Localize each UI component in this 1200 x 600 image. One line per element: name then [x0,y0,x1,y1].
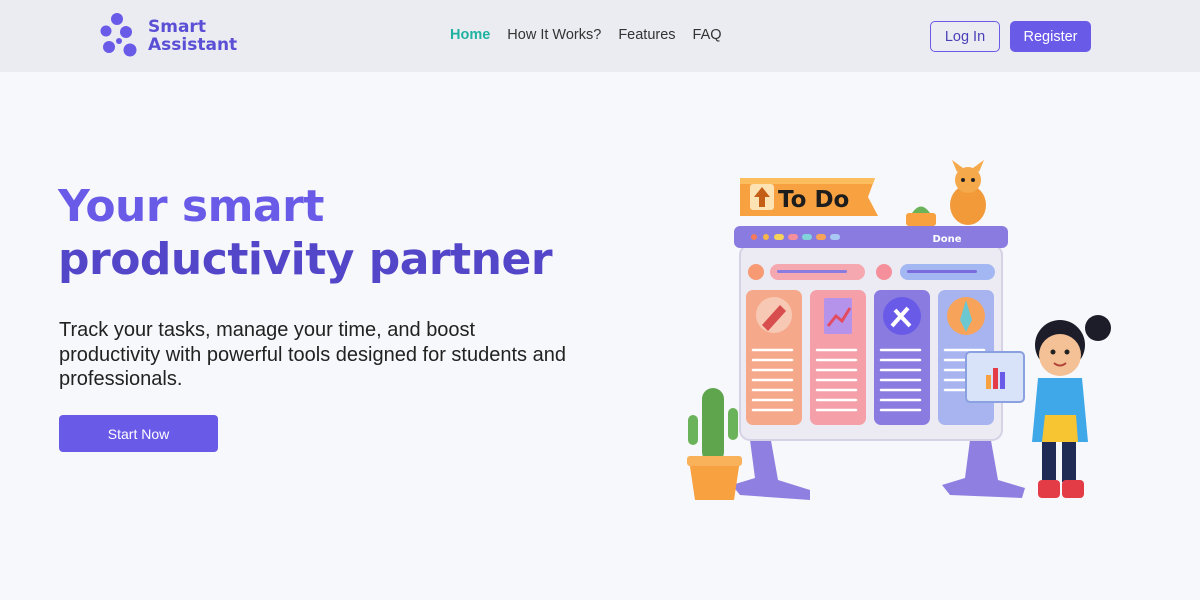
hero-subtitle: Track your tasks, manage your time, and … [59,319,566,390]
mascot-creature-icon [950,160,986,225]
logo-icon [100,13,137,57]
start-now-button[interactable]: Start Now [59,415,218,452]
brand-name-line2: Assistant [148,35,238,55]
nav-home[interactable]: Home [450,27,490,43]
board-done-label: Done [932,234,961,245]
todo-sign-label: To Do [778,187,849,213]
top-navbar: Smart Assistant Home How It Works? Featu… [0,0,1200,72]
hero-illustration: Done To Do [687,160,1111,500]
register-button[interactable]: Register [1010,21,1091,52]
nav-how-it-works[interactable]: How It Works? [507,27,601,43]
login-button[interactable]: Log In [930,21,1000,52]
small-plant-icon [906,206,936,226]
brand-logo[interactable]: Smart Assistant [100,12,250,60]
brand-name: Smart Assistant [148,18,237,54]
board-stand-icon [732,435,1025,500]
hero-title: Your smart productivity partner [58,180,618,286]
nav-faq[interactable]: FAQ [693,27,722,43]
hero-title-line2: productivity partner [58,234,553,285]
cactus-icon [687,388,742,500]
todo-sign-icon: To Do [740,178,878,216]
hero-title-line1: Your smart [58,181,324,232]
brand-name-line1: Smart [148,17,206,37]
main-nav: Home How It Works? Features FAQ [450,27,722,43]
nav-features[interactable]: Features [618,27,675,43]
